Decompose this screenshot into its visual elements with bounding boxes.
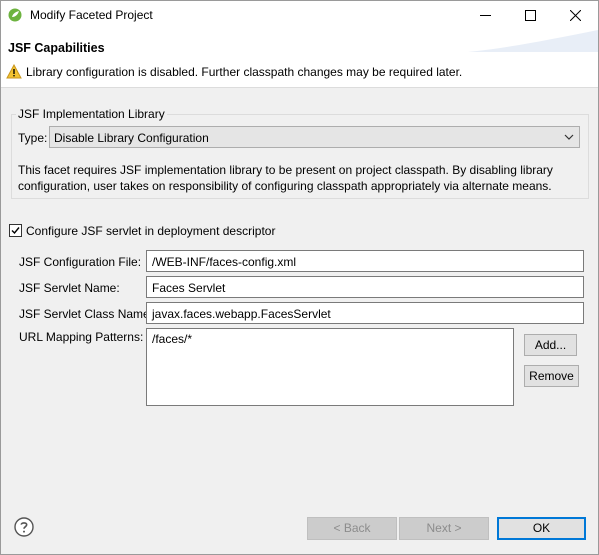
remove-button[interactable]: Remove [524,365,579,387]
config-file-value: /WEB-INF/faces-config.xml [152,255,297,269]
page-title: JSF Capabilities [8,41,105,55]
servlet-class-label: JSF Servlet Class Name: [19,307,154,321]
checkmark-icon [11,227,20,235]
banner-decoration [468,30,598,52]
chevron-down-icon [564,134,574,140]
close-icon [570,10,581,21]
type-select[interactable]: Disable Library Configuration [49,126,580,148]
config-file-input[interactable]: /WEB-INF/faces-config.xml [146,250,584,272]
servlet-name-input[interactable]: Faces Servlet [146,276,584,298]
servlet-name-value: Faces Servlet [152,281,226,295]
type-label: Type: [18,131,48,145]
servlet-name-label: JSF Servlet Name: [19,281,120,295]
url-patterns-label: URL Mapping Patterns: [19,330,144,344]
warning-icon [6,63,22,82]
config-file-label: JSF Configuration File: [19,255,142,269]
library-group-legend: JSF Implementation Library [16,107,167,121]
minimize-button[interactable] [463,1,508,30]
add-button[interactable]: Add... [524,334,577,356]
dialog-window: Modify Faceted Project JSF Capabilities [0,0,599,555]
url-patterns-list[interactable]: /faces/* [146,328,514,406]
back-button[interactable]: < Back [307,517,397,540]
list-item[interactable]: /faces/* [152,332,192,346]
close-button[interactable] [553,1,598,30]
window-title: Modify Faceted Project [30,8,153,22]
ok-button[interactable]: OK [497,517,586,540]
title-bar[interactable]: Modify Faceted Project [1,1,598,30]
configure-servlet-checkbox[interactable] [9,224,22,237]
maximize-button[interactable] [508,1,553,30]
wizard-banner: JSF Capabilities Library configuration i… [1,30,598,88]
type-select-value: Disable Library Configuration [54,131,209,145]
next-button[interactable]: Next > [399,517,489,540]
configure-servlet-label[interactable]: Configure JSF servlet in deployment desc… [26,224,275,238]
minimize-icon [480,15,491,16]
help-icon[interactable] [14,517,34,540]
eclipse-spring-icon [8,8,22,22]
library-description: This facet requires JSF implementation l… [18,163,553,193]
servlet-class-input[interactable]: javax.faces.webapp.FacesServlet [146,302,584,324]
warning-message: Library configuration is disabled. Furth… [26,65,463,79]
servlet-class-value: javax.faces.webapp.FacesServlet [152,307,331,321]
maximize-icon [525,10,536,21]
